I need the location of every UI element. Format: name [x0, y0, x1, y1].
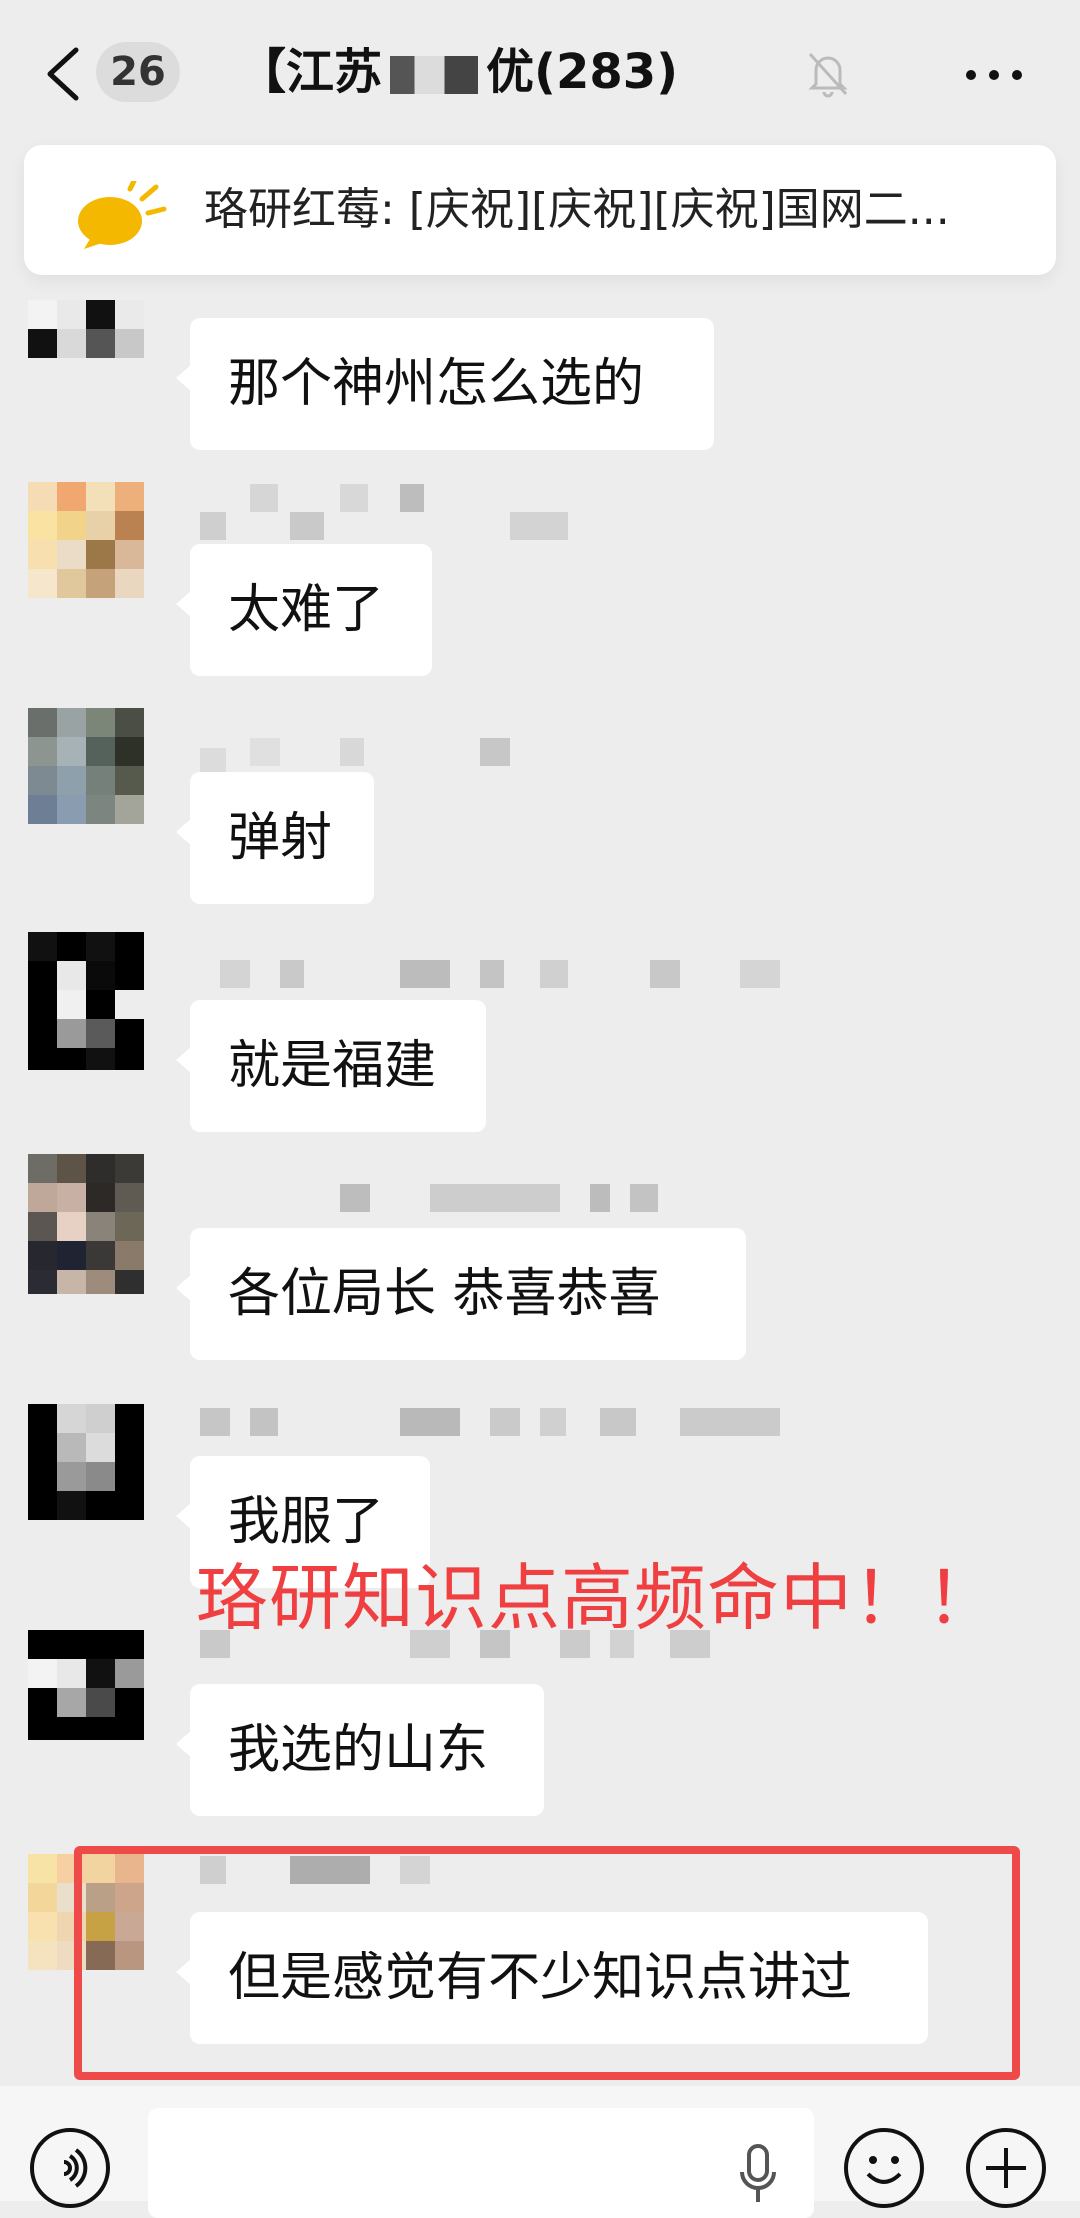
- title-blurred-text: [390, 56, 479, 94]
- message-bubble[interactable]: 就是福建: [176, 1000, 486, 1132]
- bell-off-icon: [808, 52, 848, 98]
- message-text: 弹射: [228, 808, 333, 868]
- avatar[interactable]: [28, 708, 144, 824]
- plus-icon[interactable]: [966, 2128, 1046, 2208]
- avatar[interactable]: [28, 1630, 144, 1740]
- chat-title[interactable]: 【江苏 优(283): [238, 40, 678, 104]
- emoji-icon[interactable]: [844, 2128, 924, 2208]
- more-icon[interactable]: [964, 54, 1024, 94]
- message-text: 我选的山东: [228, 1720, 489, 1780]
- avatar[interactable]: [28, 300, 144, 374]
- chat-header: 26 【江苏 优(283): [0, 0, 1080, 145]
- chevron-left-icon[interactable]: [40, 44, 84, 104]
- mic-icon[interactable]: [738, 2144, 778, 2204]
- avatar[interactable]: [28, 932, 144, 1070]
- sender-name: [190, 960, 840, 990]
- annotation-overlay-text: 珞研知识点高频命中！！: [196, 1556, 1000, 1640]
- speaker-icon: [78, 181, 167, 249]
- message-text: 那个神州怎么选的: [228, 354, 645, 414]
- sender-name: [190, 1408, 810, 1438]
- message-text: 各位局长 恭喜恭喜: [228, 1264, 661, 1324]
- highlight-box: [74, 1846, 1020, 2080]
- message-text: 我服了: [228, 1492, 385, 1552]
- message-bubble[interactable]: 我选的山东: [176, 1684, 544, 1816]
- group-announcement[interactable]: 珞研红莓: [庆祝][庆祝][庆祝]国网二...: [24, 145, 1056, 275]
- message-bubble[interactable]: 太难了: [176, 544, 432, 676]
- avatar[interactable]: [28, 1154, 144, 1294]
- sender-name: [190, 484, 570, 540]
- announcement-text: 珞研红莓: [庆祝][庆祝][庆祝]国网二...: [204, 184, 950, 235]
- unread-badge[interactable]: 26: [96, 42, 180, 102]
- voice-icon[interactable]: [30, 2128, 110, 2208]
- message-bubble[interactable]: 各位局长 恭喜恭喜: [176, 1228, 746, 1360]
- message-text: 就是福建: [228, 1036, 437, 1096]
- avatar[interactable]: [28, 482, 144, 598]
- avatar[interactable]: [28, 1404, 144, 1522]
- input-bar: [0, 2086, 1080, 2218]
- message-bubble[interactable]: 弹射: [176, 772, 374, 904]
- sender-name: [190, 1184, 690, 1214]
- message-bubble[interactable]: 那个神州怎么选的: [176, 318, 714, 450]
- message-input[interactable]: [148, 2108, 814, 2218]
- sender-name: [190, 738, 520, 776]
- chat-title-suffix: 优(283): [486, 44, 679, 100]
- chat-title-prefix: 【江苏: [238, 44, 383, 100]
- message-text: 太难了: [228, 580, 385, 640]
